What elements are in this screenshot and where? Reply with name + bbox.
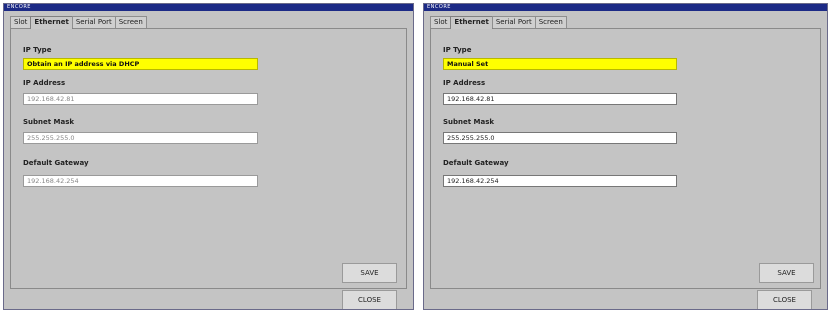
ip-address-label: IP Address [443, 79, 486, 87]
tab-slot[interactable]: Slot [430, 16, 452, 28]
window-title-bar: ENCORE [424, 4, 827, 11]
ethernet-tab-panel: IP Type Manual Set IP Address 192.168.42… [430, 28, 821, 289]
save-button[interactable]: SAVE [342, 263, 397, 283]
subnet-mask-field[interactable]: 255.255.255.0 [23, 132, 258, 144]
ip-type-label: IP Type [23, 46, 52, 54]
ip-type-label: IP Type [443, 46, 472, 54]
ip-address-field[interactable]: 192.168.42.81 [23, 93, 258, 105]
default-gateway-field[interactable]: 192.168.42.254 [23, 175, 258, 187]
ethernet-tab-panel: IP Type Obtain an IP address via DHCP IP… [10, 28, 407, 289]
save-button[interactable]: SAVE [759, 263, 814, 283]
tab-screen[interactable]: Screen [114, 16, 147, 28]
ip-address-label: IP Address [23, 79, 66, 87]
tab-ethernet[interactable]: Ethernet [450, 16, 493, 29]
ip-type-select[interactable]: Manual Set [443, 58, 677, 70]
ethernet-settings-window-manual: ENCORE Slot Ethernet Serial Port Screen … [423, 3, 828, 310]
tab-serial-port[interactable]: Serial Port [71, 16, 116, 28]
tab-bar: Slot Ethernet Serial Port Screen [430, 16, 567, 29]
default-gateway-field[interactable]: 192.168.42.254 [443, 175, 677, 187]
close-button[interactable]: CLOSE [757, 290, 812, 309]
default-gateway-label: Default Gateway [23, 159, 89, 167]
tab-ethernet[interactable]: Ethernet [30, 16, 73, 29]
subnet-mask-label: Subnet Mask [443, 118, 495, 126]
tab-screen[interactable]: Screen [534, 16, 567, 28]
tab-bar: Slot Ethernet Serial Port Screen [10, 16, 147, 29]
ethernet-settings-window-dhcp: ENCORE Slot Ethernet Serial Port Screen … [3, 3, 414, 310]
default-gateway-label: Default Gateway [443, 159, 509, 167]
subnet-mask-label: Subnet Mask [23, 118, 75, 126]
tab-serial-port[interactable]: Serial Port [491, 16, 536, 28]
ip-type-select[interactable]: Obtain an IP address via DHCP [23, 58, 258, 70]
close-button[interactable]: CLOSE [342, 290, 397, 309]
ip-address-field[interactable]: 192.168.42.81 [443, 93, 677, 105]
tab-slot[interactable]: Slot [10, 16, 32, 28]
subnet-mask-field[interactable]: 255.255.255.0 [443, 132, 677, 144]
window-title-bar: ENCORE [4, 4, 413, 11]
